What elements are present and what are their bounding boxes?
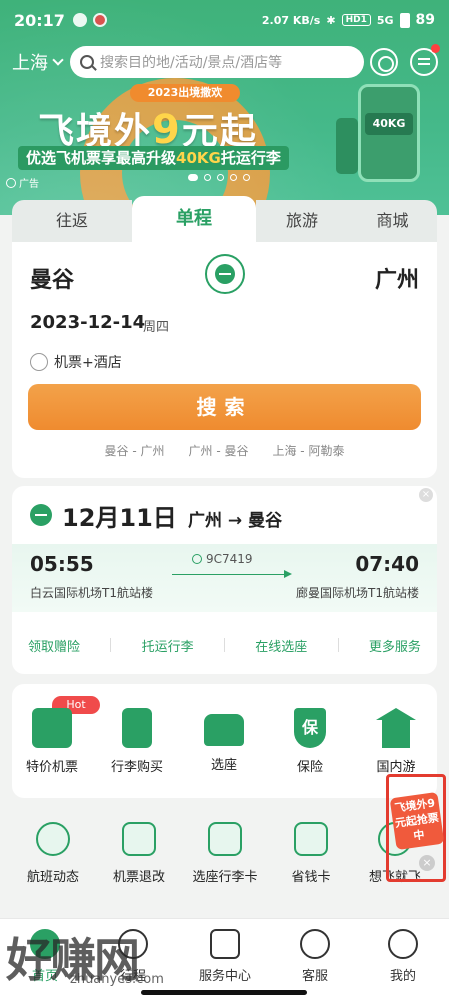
battery-level: 89 [415,12,435,28]
search-input[interactable]: 搜索目的地/活动/景点/酒店等 [70,46,364,78]
history-item[interactable]: 曼谷 - 广州 [105,442,165,459]
ad-label: 广告 [6,175,39,190]
flight-details: 05:55 9C7419 07:40 白云国际机场T1航站楼 廊曼国际机场T1航… [12,544,437,612]
card-icon [208,822,242,856]
departure-time: 05:55 [30,552,94,576]
trip-route: 广州 → 曼谷 [188,511,283,531]
signal-icon: 5G [376,13,394,27]
arrival-city[interactable]: 广州 [375,262,419,294]
status-time: 20:17 [14,10,65,30]
carousel-dots [188,174,250,181]
floating-ad-content: 飞境外9元起抢票中 [389,791,445,851]
shield-icon: 保 [294,708,326,748]
departure-airport: 白云国际机场T1航站楼 [30,586,153,600]
flight-number: 9C7419 [192,552,253,566]
grid-item-domestic-travel[interactable]: 国内游 [360,708,432,775]
top-bar: 上海 搜索目的地/活动/景点/酒店等 [0,44,449,80]
grid-item-seat-baggage-card[interactable]: 选座行李卡 [180,822,270,885]
arrival-airport: 廊曼国际机场T1航站楼 [296,586,419,600]
floating-ad[interactable]: 飞境外9元起抢票中 × [386,774,446,882]
battery-icon [399,12,410,28]
tab-travel[interactable]: 旅游 [256,200,348,242]
seat-icon [204,714,244,746]
tab-customer-service[interactable]: 客服 [270,929,360,984]
more-services-link[interactable]: 更多服务 [369,636,421,655]
main-services-grid: Hot 特价机票 行李购买 选座 保 保险 国内游 [12,684,437,798]
grid-item-refund[interactable]: 机票退改 [94,822,184,885]
flight-booking-card: 往返 旅游 商城 单程 曼谷 广州 2023-12-14 周四 机票+酒店 搜索… [12,196,437,478]
tab-one-way[interactable]: 单程 [132,196,256,242]
departure-weekday: 周四 [143,320,170,335]
saver-card-icon [294,822,328,856]
ad-icon [6,177,16,188]
plane-icon [30,504,52,526]
arrival-time: 07:40 [355,552,419,576]
history-item[interactable]: 广州 - 曼谷 [189,442,249,459]
temple-icon [376,708,416,748]
trip-date: 12月11日 [62,504,177,532]
flight-hotel-option[interactable]: 机票+酒店 [30,352,122,372]
home-indicator [141,990,307,995]
upcoming-trip-card[interactable]: × 12月11日 广州 → 曼谷 05:55 9C7419 07:40 白云国际… [12,486,437,674]
flight-arrow [172,570,292,578]
history-item[interactable]: 上海 - 阿勒泰 [272,442,344,459]
user-icon [388,929,418,959]
receipt-icon [122,822,156,856]
network-speed: 2.07 KB/s [261,13,321,27]
hd-badge: HD1 [341,14,371,26]
secondary-services-grid: 航班动态 机票退改 选座行李卡 省钱卡 想飞就飞 [0,808,449,918]
departure-date[interactable]: 2023-12-14 [30,312,145,333]
grid-item-flight-status[interactable]: 航班动态 [8,822,98,885]
booking-form: 曼谷 广州 2023-12-14 周四 机票+酒店 搜索 曼谷 - 广州 广州 … [12,242,437,478]
flight-status-icon [36,822,70,856]
banner-subtitle: 优选飞机票享最高升级40KG托运行李 [18,146,289,170]
search-button[interactable]: 搜索 [28,384,421,430]
watermark-url: zhuanyes.com [70,972,164,987]
unread-dot [431,44,440,53]
tab-profile[interactable]: 我的 [358,929,448,984]
message-icon[interactable] [410,44,440,76]
app-notification-icon [92,13,107,27]
close-icon[interactable]: × [419,488,433,502]
close-icon[interactable]: × [419,855,435,871]
status-bar: 20:17 2.07 KB/s ✱ HD1 5G 89 [0,0,449,40]
ticket-icon [32,708,72,748]
trip-actions: 领取赠险 托运行李 在线选座 更多服务 [12,636,437,655]
grid-item-saver-card[interactable]: 省钱卡 [266,822,356,885]
banner-tag: 2023出境撒欢 [130,84,240,102]
airline-icon [192,554,202,564]
notification-icon [72,13,87,27]
radio-button[interactable] [30,353,48,371]
customer-service-icon[interactable] [370,48,398,76]
grid-item-insurance[interactable]: 保 保险 [274,708,346,775]
checked-baggage-link[interactable]: 托运行李 [142,636,194,655]
search-history: 曼谷 - 广州 广州 - 曼谷 上海 - 阿勒泰 [12,442,437,459]
luggage-illustration-small [336,118,358,174]
claim-insurance-link[interactable]: 领取赠险 [28,636,80,655]
booking-tabs: 往返 旅游 商城 单程 [12,196,437,242]
tab-mall[interactable]: 商城 [348,200,437,242]
plane-icon [215,264,235,284]
headset-icon [300,929,330,959]
watermark: 好赚网 zhuanyes.com [0,918,200,1000]
city-selector[interactable]: 上海 [12,49,70,75]
bluetooth-icon: ✱ [326,13,336,27]
star-icon [210,929,240,959]
swap-cities-button[interactable] [205,254,245,294]
departure-city[interactable]: 曼谷 [30,262,74,294]
online-seat-link[interactable]: 在线选座 [255,636,307,655]
grid-item-baggage[interactable]: 行李购买 [101,708,173,775]
search-icon [80,55,94,69]
grid-item-discount-flights[interactable]: 特价机票 [16,708,88,775]
luggage-icon [122,708,152,748]
grid-item-seat[interactable]: 选座 [188,708,260,773]
luggage-illustration: 40KG [358,84,420,182]
chevron-down-icon [52,54,64,66]
tab-round-trip[interactable]: 往返 [12,200,132,242]
